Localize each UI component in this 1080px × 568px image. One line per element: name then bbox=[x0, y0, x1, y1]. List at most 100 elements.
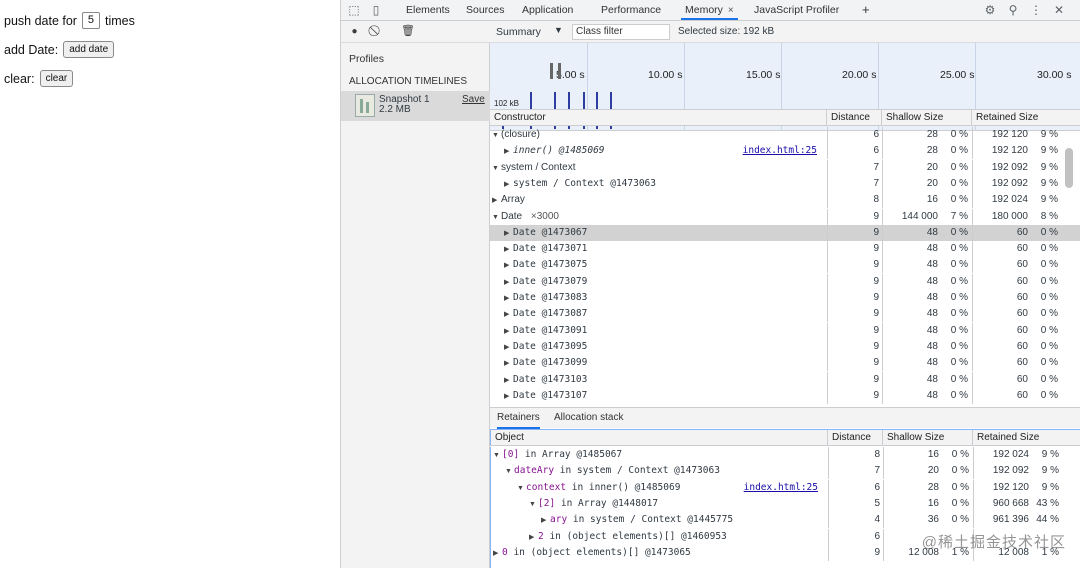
trash-icon[interactable]: 🗑 bbox=[401, 25, 415, 38]
collapsed-triangle-icon[interactable]: ▶ bbox=[504, 389, 513, 404]
inspect-element-icon[interactable]: ⬚ bbox=[347, 3, 361, 17]
device-toolbar-icon[interactable]: ▯ bbox=[369, 3, 383, 17]
collapsed-triangle-icon[interactable]: ▶ bbox=[504, 291, 513, 306]
summary-row[interactable]: ▶ Date @1473075 9 48 0 % 60 0 % bbox=[490, 257, 1080, 274]
retainer-row[interactable]: ▼ [0] in Array @1485067 8 16 0 % 192 024 9 % bbox=[491, 447, 1080, 463]
header-shallow-size[interactable]: Shallow Size bbox=[882, 110, 972, 126]
shallow-size-cell: 16 0 % bbox=[882, 192, 972, 209]
retainer-row[interactable]: ▶ ary in system / Context @1445775 4 36 0 % 9… bbox=[491, 512, 1080, 529]
collapsed-triangle-icon[interactable]: ▶ bbox=[493, 546, 502, 561]
clear-button[interactable]: clear bbox=[39, 70, 74, 87]
timeline-selection-handle[interactable] bbox=[550, 63, 553, 79]
snapshot-item[interactable]: Snapshot 1 2.2 MB Save bbox=[341, 91, 490, 121]
summary-row[interactable]: ▶ Date @1473107 9 48 0 % 60 0 % bbox=[490, 387, 1080, 404]
expanded-triangle-icon[interactable]: ▼ bbox=[493, 448, 502, 463]
retainer-row[interactable]: ▼ context in inner() @1485069 index.html:2… bbox=[491, 479, 1080, 496]
expanded-triangle-icon[interactable]: ▼ bbox=[529, 497, 538, 512]
collapsed-triangle-icon[interactable]: ▶ bbox=[504, 226, 513, 241]
summary-row[interactable]: ▼ Date ×3000 9 144 000 7 % 180 000 8 % bbox=[490, 208, 1080, 225]
collapsed-triangle-icon[interactable]: ▶ bbox=[492, 193, 501, 208]
header-retained-size[interactable]: Retained Size bbox=[973, 430, 1080, 446]
header-shallow-size[interactable]: Shallow Size bbox=[883, 430, 973, 446]
header-retained-size[interactable]: Retained Size bbox=[972, 110, 1080, 126]
retainer-object-label: in (object elements)[] @1473065 bbox=[507, 546, 691, 558]
chevron-down-icon[interactable]: ▼ bbox=[554, 25, 563, 35]
class-filter-input[interactable]: Class filter bbox=[572, 24, 670, 40]
more-options-icon[interactable]: ⋮ bbox=[1029, 3, 1043, 17]
close-devtools-icon[interactable]: ✕ bbox=[1052, 3, 1066, 17]
summary-row[interactable]: ▼ (closure) 6 28 0 % 192 120 9 % bbox=[490, 127, 1080, 143]
collapsed-triangle-icon[interactable]: ▶ bbox=[504, 373, 513, 388]
tab-sources[interactable]: Sources bbox=[466, 0, 505, 20]
collapsed-triangle-icon[interactable]: ▶ bbox=[504, 356, 513, 371]
collapsed-triangle-icon[interactable]: ▶ bbox=[504, 144, 513, 159]
retained-size-cell: 192 092 9 % bbox=[972, 175, 1062, 192]
expanded-triangle-icon[interactable]: ▼ bbox=[517, 481, 526, 496]
add-date-button[interactable]: add date bbox=[63, 41, 115, 58]
tab-performance[interactable]: Performance bbox=[601, 0, 661, 20]
collapsed-triangle-icon[interactable]: ▶ bbox=[504, 177, 513, 192]
summary-row[interactable]: ▶ Date @1473071 9 48 0 % 60 0 % bbox=[490, 241, 1080, 258]
summary-row[interactable]: ▶ Date @1473099 9 48 0 % 60 0 % bbox=[490, 355, 1080, 372]
retained-size-percent: 0 % bbox=[1040, 340, 1058, 352]
expanded-triangle-icon[interactable]: ▼ bbox=[492, 210, 501, 225]
source-link[interactable]: index.html:25 bbox=[744, 480, 818, 496]
shallow-size-value: 48 bbox=[926, 373, 938, 385]
tab-javascript-profiler[interactable]: JavaScript Profiler bbox=[754, 0, 839, 20]
collapsed-triangle-icon[interactable]: ▶ bbox=[504, 324, 513, 339]
shallow-size-percent: 0 % bbox=[951, 449, 969, 460]
clear-all-icon[interactable]: ⃠ bbox=[370, 25, 383, 38]
push-count-input[interactable]: 5 bbox=[81, 12, 100, 29]
close-tab-icon[interactable]: × bbox=[728, 5, 734, 16]
expanded-triangle-icon[interactable]: ▼ bbox=[505, 464, 514, 479]
memory-toolbar: Summary ▼ Class filter Selected size: 19… bbox=[490, 21, 1080, 43]
memory-main-panel: Summary ▼ Class filter Selected size: 19… bbox=[490, 21, 1080, 568]
retainer-row-name: ▼ [0] in Array @1485067 bbox=[491, 447, 828, 463]
retainer-row[interactable]: ▼ dateAry in system / Context @1473063 7 20… bbox=[491, 463, 1080, 480]
collapsed-triangle-icon[interactable]: ▶ bbox=[504, 307, 513, 322]
header-distance[interactable]: Distance bbox=[828, 430, 883, 446]
tab-elements[interactable]: Elements bbox=[406, 0, 450, 20]
tab-allocation-stack[interactable]: Allocation stack bbox=[554, 408, 623, 429]
expanded-triangle-icon[interactable]: ▼ bbox=[492, 161, 501, 176]
summary-row[interactable]: ▶ system / Context @1473063 7 20 0 % 192 092 9… bbox=[490, 175, 1080, 192]
view-select[interactable]: Summary bbox=[496, 26, 541, 38]
remote-devices-icon[interactable]: ⚲ bbox=[1006, 3, 1020, 17]
timeline-selection-handle[interactable] bbox=[558, 63, 561, 79]
collapsed-triangle-icon[interactable]: ▶ bbox=[504, 258, 513, 273]
summary-row[interactable]: ▶ Array 8 16 0 % 192 024 9 % bbox=[490, 192, 1080, 209]
expanded-triangle-icon[interactable]: ▼ bbox=[492, 128, 501, 143]
record-icon[interactable]: ● bbox=[348, 25, 361, 38]
tab-retainers[interactable]: Retainers bbox=[497, 408, 540, 429]
summary-scrollbar[interactable] bbox=[1065, 148, 1073, 188]
header-constructor[interactable]: Constructor bbox=[490, 110, 827, 126]
summary-row[interactable]: ▶ inner() @1485069 index.html:25 6 28 0 % 192 … bbox=[490, 143, 1080, 160]
shallow-size-percent: 0 % bbox=[950, 226, 968, 238]
shallow-size-cell: 48 0 % bbox=[882, 224, 972, 241]
collapsed-triangle-icon[interactable]: ▶ bbox=[504, 242, 513, 257]
collapsed-triangle-icon[interactable]: ▶ bbox=[541, 513, 550, 528]
header-distance[interactable]: Distance bbox=[827, 110, 882, 126]
retainer-row[interactable]: ▼ [2] in Array @1448017 5 16 0 % 960 668 43 % bbox=[491, 495, 1080, 512]
collapsed-triangle-icon[interactable]: ▶ bbox=[504, 275, 513, 290]
tab-memory[interactable]: Memory × bbox=[681, 0, 738, 20]
summary-row[interactable]: ▶ Date @1473067 9 48 0 % 60 0 % bbox=[490, 224, 1080, 242]
retained-size-percent: 44 % bbox=[1036, 514, 1059, 526]
add-tab-icon[interactable]: + bbox=[862, 0, 870, 20]
save-link[interactable]: Save bbox=[462, 94, 485, 105]
collapsed-triangle-icon[interactable]: ▶ bbox=[504, 340, 513, 355]
source-link[interactable]: index.html:25 bbox=[743, 143, 817, 159]
summary-row[interactable]: ▶ Date @1473083 9 48 0 % 60 0 % bbox=[490, 290, 1080, 306]
settings-gear-icon[interactable]: ⚙ bbox=[983, 3, 997, 17]
summary-row[interactable]: ▶ Date @1473087 9 48 0 % 60 0 % bbox=[490, 306, 1080, 323]
summary-row[interactable]: ▶ Date @1473091 9 48 0 % 60 0 % bbox=[490, 322, 1080, 339]
clear-label: clear: bbox=[4, 71, 35, 86]
summary-row[interactable]: ▶ Date @1473103 9 48 0 % 60 0 % bbox=[490, 371, 1080, 388]
summary-row[interactable]: ▶ Date @1473079 9 48 0 % 60 0 % bbox=[490, 273, 1080, 290]
constructor-label: Date @1473071 bbox=[513, 243, 588, 255]
summary-row[interactable]: ▼ system / Context 7 20 0 % 192 092 9 % bbox=[490, 159, 1080, 176]
summary-row[interactable]: ▶ Date @1473095 9 48 0 % 60 0 % bbox=[490, 338, 1080, 355]
collapsed-triangle-icon[interactable]: ▶ bbox=[529, 530, 538, 545]
header-object[interactable]: Object bbox=[491, 430, 828, 446]
tab-application[interactable]: Application bbox=[522, 0, 573, 20]
